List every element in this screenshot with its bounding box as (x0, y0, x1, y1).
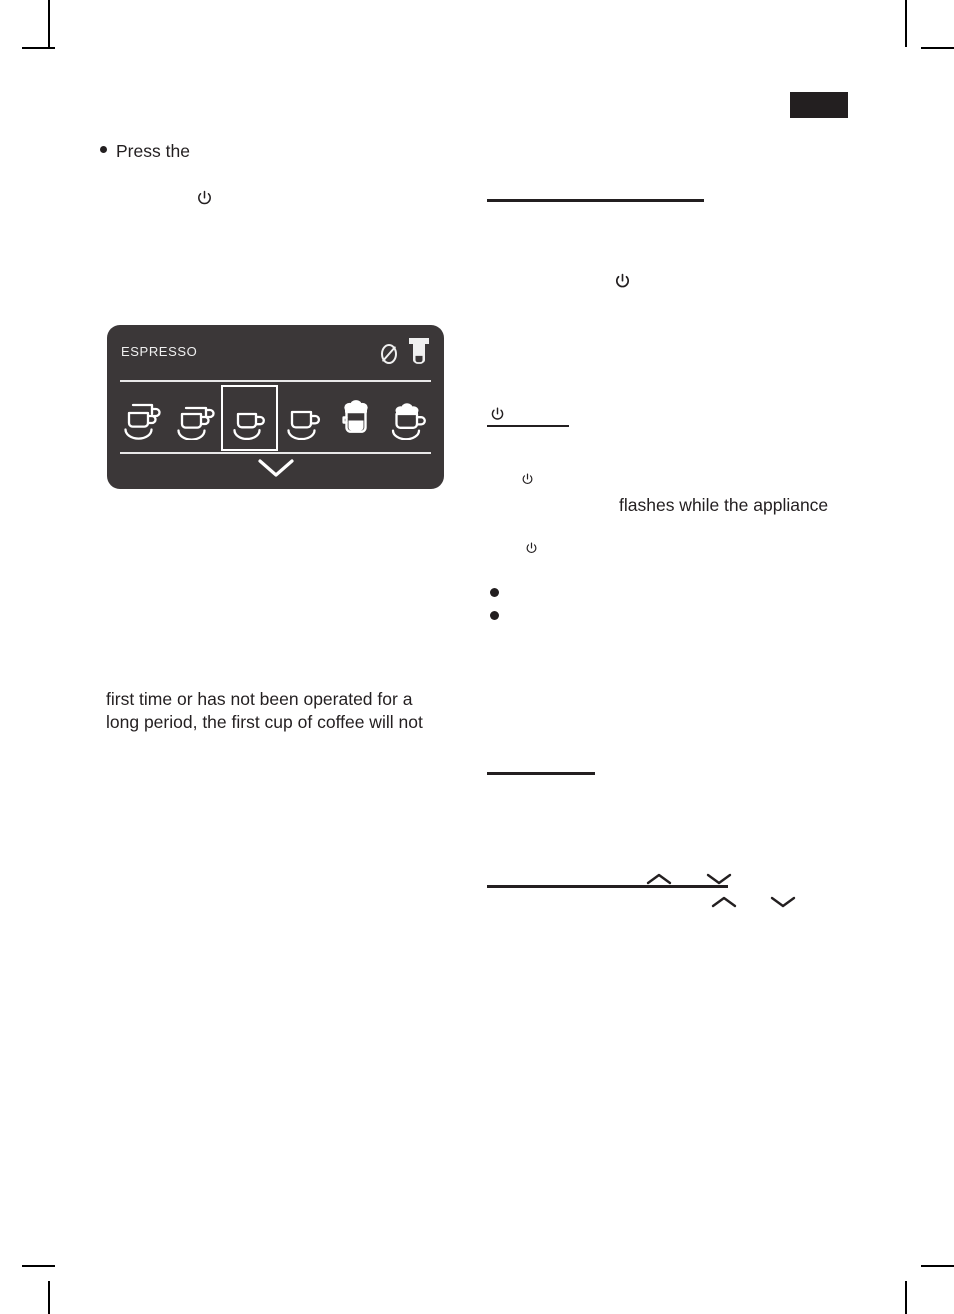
chevron-down-icon[interactable] (254, 456, 298, 480)
display-divider (120, 452, 431, 454)
power-icon (524, 494, 539, 554)
cup-size-icon (406, 336, 432, 366)
chevron-down-icon (769, 894, 797, 910)
crop-mark-top-right-vertical (905, 0, 907, 47)
coffee-machine-display: Espresso (107, 325, 444, 489)
drink-icon-coffee[interactable] (278, 385, 331, 451)
display-status-icons (379, 336, 432, 366)
display-header: Espresso (107, 325, 444, 385)
power-icon (613, 271, 632, 292)
crop-mark-bottom-right-horizontal (921, 1265, 954, 1267)
flash-note-text: flashes while the appliance (619, 495, 829, 515)
power-icon (520, 471, 535, 488)
drink-icon-espresso-double[interactable] (169, 385, 222, 451)
power-icon (195, 143, 214, 205)
crop-mark-bottom-left-horizontal (22, 1265, 55, 1267)
bullet-marker (490, 588, 499, 597)
crop-mark-top-left-vertical (48, 0, 50, 47)
chapter-thumb-index (790, 92, 848, 118)
chevron-up-icon (645, 871, 673, 887)
drink-icon-ristretto[interactable] (116, 385, 169, 451)
ground-coffee-bean-icon (379, 340, 399, 366)
heading-rule-top (487, 199, 704, 202)
manual-page: Press the first time or has not been ope… (0, 0, 954, 1314)
crop-mark-bottom-right-vertical (905, 1281, 907, 1314)
bullet-marker (100, 146, 107, 153)
crop-mark-top-right-horizontal (921, 47, 954, 49)
flash-note-line: flashes while the appliance (524, 494, 829, 554)
chevron-down-icon (705, 871, 733, 887)
drink-icon-cappuccino[interactable] (383, 385, 436, 451)
drink-selection-row (116, 385, 435, 451)
crop-mark-top-left-horizontal (22, 47, 55, 49)
crop-mark-bottom-left-vertical (48, 1281, 50, 1314)
display-divider (120, 380, 431, 382)
drink-icon-latte-macchiato[interactable] (330, 385, 383, 451)
heading-underline (487, 425, 569, 427)
press-instruction-text: Press the (116, 141, 195, 161)
bullet-marker (490, 611, 499, 620)
heading-rule-bottom (487, 885, 728, 888)
power-icon (489, 405, 506, 424)
body-paragraph-line-1: first time or has not been operated for … (106, 689, 413, 709)
display-title: Espresso (121, 340, 198, 361)
heading-rule-middle (487, 772, 595, 775)
drink-icon-espresso[interactable] (221, 385, 278, 451)
chevron-up-icon (710, 894, 738, 910)
body-paragraph-line-2: long period, the first cup of coffee wil… (106, 712, 423, 732)
press-power-instruction: Press the (100, 140, 214, 205)
